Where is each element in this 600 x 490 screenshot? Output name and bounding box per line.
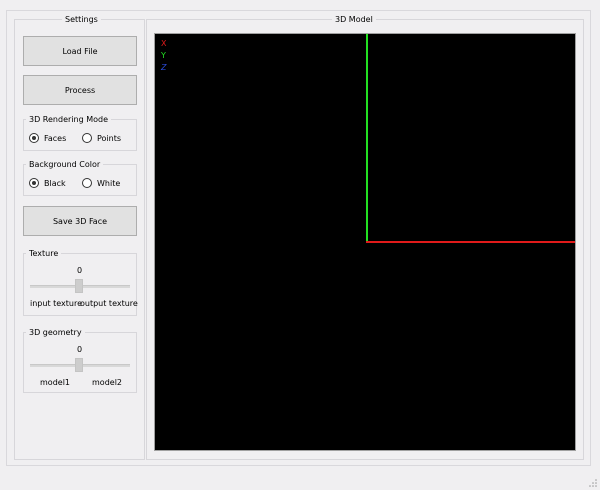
settings-title: Settings <box>62 14 101 25</box>
texture-left-label: input texture <box>30 299 83 308</box>
white-radio-indicator <box>82 178 92 188</box>
rendering-mode-title: 3D Rendering Mode <box>26 114 111 125</box>
points-radio-label: Points <box>97 133 122 143</box>
axis-label-y: Y <box>161 51 166 60</box>
3d-viewport[interactable]: X Y Z <box>154 33 576 451</box>
axis-label-z: Z <box>161 63 167 72</box>
x-axis-line <box>366 241 575 243</box>
y-axis-line <box>366 34 368 242</box>
texture-value: 0 <box>77 266 83 275</box>
faces-radio-label: Faces <box>44 133 67 143</box>
faces-radio[interactable]: Faces <box>29 133 66 143</box>
points-radio-indicator <box>82 133 92 143</box>
geometry-title: 3D geometry <box>26 327 85 338</box>
axis-label-x: X <box>161 39 167 48</box>
process-button[interactable]: Process <box>23 75 137 105</box>
black-radio[interactable]: Black <box>29 178 66 188</box>
load-file-button[interactable]: Load File <box>23 36 137 66</box>
geometry-value: 0 <box>77 345 83 354</box>
white-radio[interactable]: White <box>82 178 120 188</box>
background-color-title: Background Color <box>26 159 104 170</box>
texture-right-label: output texture <box>80 299 138 308</box>
save-3d-face-button[interactable]: Save 3D Face <box>23 206 137 236</box>
black-radio-indicator <box>29 178 39 188</box>
geometry-right-label: model2 <box>92 378 122 387</box>
model-title: 3D Model <box>332 14 376 25</box>
white-radio-label: White <box>97 178 121 188</box>
texture-title: Texture <box>26 248 62 259</box>
geometry-slider-handle[interactable] <box>75 358 83 372</box>
points-radio[interactable]: Points <box>82 133 121 143</box>
faces-radio-indicator <box>29 133 39 143</box>
black-radio-label: Black <box>44 178 66 188</box>
geometry-left-label: model1 <box>40 378 70 387</box>
axis-legend: X Y Z <box>161 38 166 74</box>
resize-grip-icon[interactable] <box>589 479 597 487</box>
texture-slider-handle[interactable] <box>75 279 83 293</box>
